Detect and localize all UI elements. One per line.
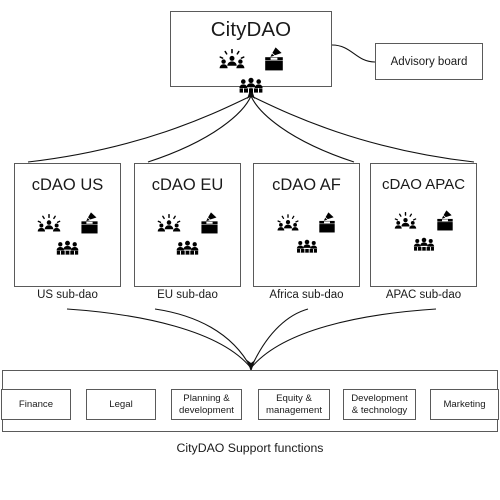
node-advisory-board[interactable]: Advisory board: [375, 43, 483, 80]
edge-root-to-cdao-us: [27, 95, 252, 163]
community-meeting-icon: [277, 214, 299, 238]
people-group-icon: [176, 240, 199, 260]
node-advisory-board-label: Advisory board: [390, 55, 468, 68]
support-item-development-technology[interactable]: Development & technology: [343, 389, 416, 420]
node-cdao-af-label: cDAO AF: [272, 176, 341, 194]
node-cdao-apac[interactable]: cDAO APAC: [370, 163, 477, 287]
support-item-marketing[interactable]: Marketing: [430, 389, 499, 420]
node-cdao-apac-label: cDAO APAC: [381, 176, 466, 193]
community-meeting-icon: [394, 212, 417, 236]
node-cdao-eu-icons: [135, 212, 240, 260]
caption-africa-sub-dao: Africa sub-dao: [269, 289, 344, 301]
people-group-icon: [239, 77, 263, 98]
ballot-box-icon: [318, 212, 336, 238]
support-item-planning-development[interactable]: Planning & development: [171, 389, 242, 420]
node-citydao-icons: [171, 47, 331, 98]
community-meeting-icon: [219, 49, 245, 76]
ballot-box-icon: [436, 210, 454, 236]
node-cdao-eu[interactable]: cDAO EU: [134, 163, 241, 287]
caption-citydao-support-functions: CityDAO Support functions: [176, 441, 324, 455]
caption-eu-sub-dao: EU sub-dao: [157, 289, 218, 301]
edge-root-to-cdao-af: [250, 95, 355, 163]
diagram-canvas: CityDAO Advisory board cDAO US cDAO EU c…: [0, 0, 500, 500]
people-group-icon: [56, 240, 79, 260]
node-citydao[interactable]: CityDAO: [170, 11, 332, 93]
community-meeting-icon: [157, 214, 181, 239]
ballot-box-icon: [200, 212, 219, 239]
people-group-icon: [296, 239, 318, 258]
node-cdao-af-icons: [254, 212, 359, 258]
edge-cdao-us-to-support: [66, 308, 252, 369]
edge-cdao-af-to-support: [250, 308, 309, 369]
node-cdao-us-icons: [15, 212, 120, 260]
node-cdao-us-label: cDAO US: [31, 176, 104, 194]
edge-root-to-cdao-eu: [147, 95, 252, 163]
support-item-finance[interactable]: Finance: [1, 389, 71, 420]
node-cdao-us[interactable]: cDAO US: [14, 163, 121, 287]
ballot-box-icon: [80, 212, 99, 239]
edge-cdao-eu-to-support: [154, 308, 252, 369]
node-support-functions-container: [2, 370, 498, 432]
caption-us-sub-dao: US sub-dao: [37, 289, 98, 301]
edge-root-to-advisory: [331, 44, 376, 63]
node-cdao-eu-label: cDAO EU: [151, 176, 224, 194]
support-item-equity-management[interactable]: Equity & management: [258, 389, 330, 420]
node-cdao-apac-icons: [371, 210, 476, 256]
community-meeting-icon: [37, 214, 61, 239]
edge-root-to-cdao-apac: [250, 95, 475, 163]
people-group-icon: [413, 237, 435, 256]
caption-apac-sub-dao: APAC sub-dao: [385, 289, 462, 301]
edge-cdao-apac-to-support: [250, 308, 437, 369]
support-item-legal[interactable]: Legal: [86, 389, 156, 420]
ballot-box-icon: [264, 47, 284, 76]
node-cdao-af[interactable]: cDAO AF: [253, 163, 360, 287]
node-citydao-label: CityDAO: [210, 18, 292, 41]
